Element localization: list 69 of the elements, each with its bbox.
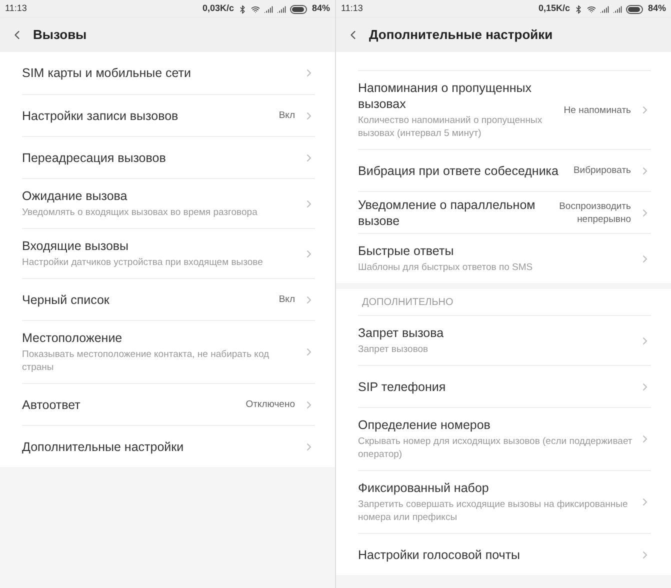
setting-title: Напоминания о пропущенных вызовах [358, 80, 533, 112]
settings-row[interactable]: Местоположение Показывать местоположение контакта, не набирать код страны [0, 320, 335, 383]
wifi-icon [250, 4, 260, 14]
battery-icon [290, 4, 308, 14]
wifi-icon [586, 4, 596, 14]
settings-row[interactable]: Запрет вызова Запрет вызовов [336, 315, 671, 365]
settings-row[interactable]: Вибрация при ответе собеседника Вибрировать [336, 149, 671, 191]
setting-description: Запрет вызовов [358, 343, 430, 356]
setting-value: Воспроизводить непрерывно [559, 200, 631, 226]
setting-value: Отключено [246, 398, 295, 411]
setting-description: Количество напоминаний о пропущенных вызовах (интервал 5 минут) [358, 114, 544, 140]
setting-description: Запретить совершать исходящие вызовы на фиксированные номера или префиксы [358, 498, 629, 524]
settings-row[interactable]: Уведомление о параллельном вызове Воспроизводить непрерывно [336, 191, 671, 233]
settings-row[interactable]: Напоминания о пропущенных вызовах Количество напоминаний о пропущенных вызовах (интервал 5 минут) Не напоминать [336, 70, 671, 149]
section-header: ДОПОЛНИТЕЛЬНО [362, 296, 454, 310]
setting-title: Настройки голосовой почты [358, 546, 522, 562]
bluetooth-icon [238, 4, 247, 14]
setting-title: Определение номеров [358, 417, 492, 433]
setting-title: Местоположение [22, 330, 124, 346]
screen-title: Дополнительные настройки [369, 26, 553, 44]
settings-row[interactable]: Ожидание вызова Уведомлять о входящих вызовах во время разговора [0, 178, 335, 228]
clock: 11:13 [5, 2, 27, 16]
signal-icon [612, 4, 622, 14]
setting-title: SIM карты и мобильные сети [22, 65, 192, 81]
settings-row[interactable]: Настройки голосовой почты [336, 533, 671, 575]
settings-row[interactable]: Дополнительные настройки [0, 425, 335, 467]
setting-title: SIP телефония [358, 378, 447, 394]
setting-description: Шаблоны для быстрых ответов по SMS [358, 261, 534, 274]
signal-icon [600, 4, 609, 14]
settings-row[interactable]: Переадресация вызовов [0, 136, 335, 178]
setting-value: Не напоминать [564, 104, 631, 116]
network-speed: 0,03K/c [202, 2, 234, 16]
setting-title: Дополнительные настройки [22, 438, 185, 454]
setting-value: Вибрировать [573, 164, 631, 177]
setting-title: Переадресация вызовов [22, 150, 167, 166]
settings-row[interactable]: Определение номеров Скрывать номер для исходящих вызовов (если поддерживает оператор) [336, 407, 671, 470]
setting-title: Уведомление о параллельном вызове [358, 196, 536, 228]
settings-row[interactable]: Настройки записи вызовов Вкл [0, 94, 335, 136]
setting-value: Вкл [278, 293, 295, 306]
screen-title: Вызовы [33, 26, 87, 44]
settings-row[interactable]: Быстрые ответы Шаблоны для быстрых ответов по SMS [336, 233, 671, 283]
setting-value: Вкл [278, 109, 295, 122]
clock: 11:13 [341, 2, 363, 16]
signal-icon [276, 4, 286, 14]
battery-percent: 84% [648, 2, 666, 16]
battery-percent: 84% [312, 2, 330, 16]
settings-row[interactable]: Фиксированный набор Запретить совершать исходящие вызовы на фиксированные номера или префиксы [336, 470, 671, 533]
setting-title: Вибрация при ответе собеседника [358, 162, 560, 178]
settings-row[interactable]: SIM карты и мобильные сети [0, 52, 335, 94]
setting-title: Запрет вызова [358, 325, 445, 341]
setting-title: Черный список [22, 292, 110, 308]
setting-description: Скрывать номер для исходящих вызовов (если поддерживает оператор) [358, 435, 634, 461]
setting-title: Ожидание вызова [22, 188, 128, 204]
settings-row[interactable]: SIP телефония [336, 365, 671, 407]
signal-icon [264, 4, 273, 14]
setting-title: Автоответ [22, 396, 82, 412]
bluetooth-icon [574, 4, 583, 14]
setting-description: Настройки датчиков устройства при входящем вызове [22, 256, 264, 269]
setting-title: Быстрые ответы [358, 243, 455, 259]
settings-row[interactable]: Входящие вызовы Настройки датчиков устройства при входящем вызове [0, 228, 335, 278]
setting-title: Входящие вызовы [22, 238, 130, 254]
battery-icon [626, 4, 644, 14]
settings-row[interactable]: Автоответ Отключено [0, 383, 335, 425]
setting-description: Уведомлять о входящих вызовах во время разговора [22, 206, 258, 219]
setting-title: Фиксированный набор [358, 480, 490, 496]
settings-row[interactable]: Черный список Вкл [0, 278, 335, 320]
setting-title: Настройки записи вызовов [22, 108, 180, 124]
network-speed: 0,15K/c [538, 2, 570, 16]
setting-description: Показывать местоположение контакта, не набирать код страны [22, 348, 270, 374]
